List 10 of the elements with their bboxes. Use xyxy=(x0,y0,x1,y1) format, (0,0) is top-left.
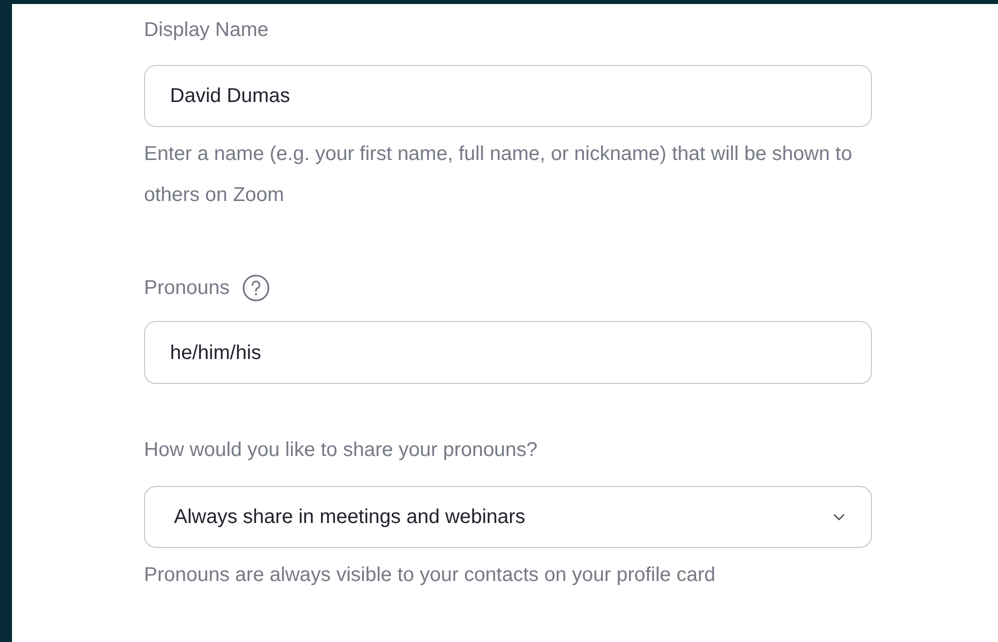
field-label: How would you like to share your pronouns? xyxy=(144,438,538,463)
share-pronouns-dropdown[interactable]: Always share in meetings and webinars xyxy=(144,486,872,548)
field-label: Display Name xyxy=(144,18,268,43)
field-label: Pronouns xyxy=(144,276,230,301)
display-name-field[interactable]: David Dumas xyxy=(144,65,872,127)
pronouns-field[interactable]: he/him/his xyxy=(144,321,872,384)
helper-text: Enter a name (e.g. your first name, full name, or nickname) that will be shown to others on Zoom xyxy=(144,142,854,208)
helper-text: Pronouns are always visible to your contacts on your profile card xyxy=(144,563,716,588)
help-icon[interactable] xyxy=(242,274,270,302)
chevron-down-icon xyxy=(833,513,845,521)
